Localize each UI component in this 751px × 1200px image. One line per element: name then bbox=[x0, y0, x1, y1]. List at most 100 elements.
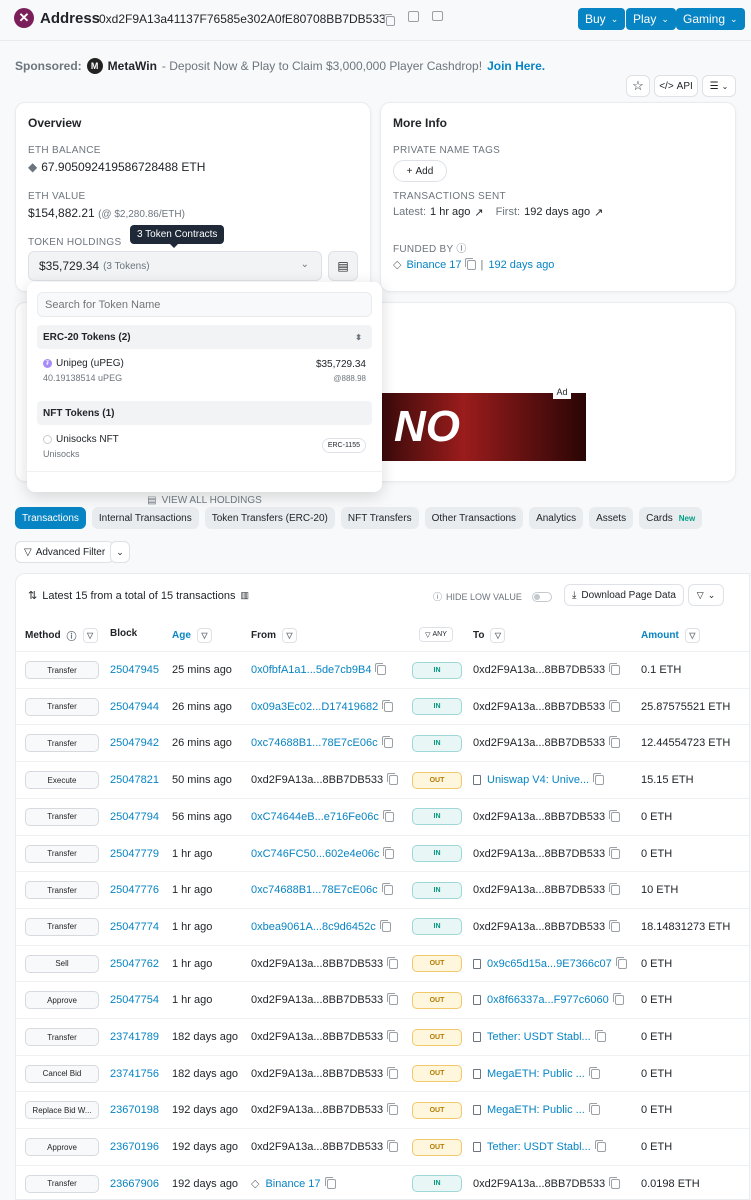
copy-icon[interactable] bbox=[382, 809, 394, 822]
copy-icon[interactable] bbox=[381, 883, 393, 896]
filter-icon[interactable]: ▽ bbox=[82, 628, 98, 643]
method-badge[interactable]: Transfer bbox=[25, 1028, 99, 1046]
filter-icon[interactable]: ▽ bbox=[282, 628, 297, 643]
advanced-filter-toggle[interactable]: ⌄ bbox=[110, 541, 130, 563]
copy-icon[interactable] bbox=[383, 846, 395, 859]
block-link[interactable]: 25047942 bbox=[110, 737, 159, 749]
from-address[interactable]: 0x09a3Ec02...D17419682 bbox=[251, 701, 378, 713]
from-address[interactable]: 0xbea9061A...8c9d6452c bbox=[251, 921, 376, 933]
to-address[interactable]: Tether: USDT Stabl... bbox=[487, 1141, 591, 1153]
tab-internal-transactions[interactable]: Internal Transactions bbox=[91, 507, 199, 529]
copy-icon[interactable] bbox=[379, 919, 391, 932]
to-address[interactable]: MegaETH: Public ... bbox=[487, 1068, 585, 1080]
method-badge[interactable]: Cancel Bid bbox=[25, 1064, 99, 1083]
direction-filter[interactable]: ▽ ANY bbox=[419, 627, 453, 642]
copy-icon[interactable] bbox=[615, 956, 627, 969]
copy-icon[interactable] bbox=[387, 1066, 399, 1079]
copy-icon[interactable] bbox=[609, 699, 621, 712]
copy-icon[interactable] bbox=[609, 809, 621, 822]
block-link[interactable]: 23670196 bbox=[110, 1141, 159, 1153]
method-badge[interactable]: Transfer bbox=[25, 881, 99, 900]
favorite-star-button[interactable]: ☆ bbox=[626, 75, 650, 97]
add-tag-button[interactable]: + Add bbox=[393, 160, 447, 182]
download-page-data-button[interactable]: ⤓ Download Page Data bbox=[564, 584, 684, 606]
copy-icon[interactable] bbox=[387, 1140, 399, 1153]
method-badge[interactable]: Transfer bbox=[25, 917, 99, 936]
block-link[interactable]: 23670198 bbox=[110, 1104, 159, 1116]
tab-assets[interactable]: Assets bbox=[589, 507, 634, 529]
method-badge[interactable]: Execute bbox=[25, 771, 99, 790]
to-address[interactable]: Uniswap V4: Unive... bbox=[487, 774, 589, 786]
filter-icon[interactable]: ▽ bbox=[684, 628, 700, 643]
copy-icon[interactable] bbox=[381, 736, 393, 749]
more-options-button[interactable]: ☰ ⌄ bbox=[702, 75, 736, 97]
copy-icon[interactable] bbox=[594, 1140, 606, 1153]
to-address[interactable]: MegaETH: Public ... bbox=[487, 1104, 585, 1116]
copy-icon[interactable] bbox=[588, 1103, 600, 1116]
from-address[interactable]: 0xC74644eB...e716Fe06c bbox=[251, 811, 379, 823]
copy-icon[interactable] bbox=[612, 993, 624, 1006]
table-filter-button[interactable]: ▽ ⌄ bbox=[688, 584, 724, 606]
join-here-link[interactable]: Join Here. bbox=[487, 59, 545, 73]
token-wallet-button[interactable]: ▤ bbox=[328, 251, 358, 281]
tab-nft-transfers[interactable]: NFT Transfers bbox=[340, 507, 419, 529]
copy-icon[interactable] bbox=[387, 956, 399, 969]
tab-analytics[interactable]: Analytics bbox=[529, 507, 584, 529]
qr-code-icon[interactable] bbox=[408, 11, 419, 22]
method-badge[interactable]: Transfer bbox=[25, 844, 99, 863]
from-address[interactable]: Binance 17 bbox=[265, 1178, 320, 1190]
funded-by-link[interactable]: Binance 17 bbox=[406, 259, 461, 271]
block-link[interactable]: 25047774 bbox=[110, 921, 159, 933]
to-address[interactable]: 0x9c65d15a...9E7366c07 bbox=[487, 958, 612, 970]
gaming-button[interactable]: Gaming ⌄ bbox=[676, 8, 745, 30]
ad-banner[interactable]: NO bbox=[382, 393, 586, 461]
comment-icon[interactable] bbox=[432, 11, 443, 21]
copy-icon[interactable] bbox=[382, 699, 394, 712]
block-link[interactable]: 25047776 bbox=[110, 884, 159, 896]
to-address[interactable]: 0x8f66337a...F977c6060 bbox=[487, 994, 609, 1006]
block-link[interactable]: 23667906 bbox=[110, 1178, 159, 1190]
copy-icon[interactable] bbox=[375, 663, 387, 675]
from-address[interactable]: 0xc74688B1...78E7cE06c bbox=[251, 737, 378, 749]
tab-token-transfers[interactable]: Token Transfers (ERC-20) bbox=[204, 507, 335, 529]
hide-low-value-toggle[interactable] bbox=[531, 591, 552, 602]
block-link[interactable]: 25047754 bbox=[110, 994, 159, 1006]
method-badge[interactable]: Transfer bbox=[25, 1174, 99, 1193]
copy-icon[interactable] bbox=[384, 13, 395, 26]
block-link[interactable]: 25047945 bbox=[110, 664, 159, 676]
method-badge[interactable]: Replace Bid W... bbox=[25, 1101, 99, 1120]
copy-icon[interactable] bbox=[387, 773, 399, 786]
method-badge[interactable]: Transfer bbox=[25, 697, 99, 716]
to-address[interactable]: Tether: USDT Stabl... bbox=[487, 1031, 591, 1043]
from-address[interactable]: 0xc74688B1...78E7cE06c bbox=[251, 884, 378, 896]
copy-icon[interactable] bbox=[387, 1030, 399, 1042]
copy-icon[interactable] bbox=[609, 1176, 621, 1189]
view-all-holdings-button[interactable]: ▤ VIEW ALL HOLDINGS bbox=[27, 495, 382, 506]
advanced-filter-button[interactable]: ▽ Advanced Filter bbox=[15, 541, 115, 563]
block-link[interactable]: 23741756 bbox=[110, 1068, 159, 1080]
tab-other-transactions[interactable]: Other Transactions bbox=[424, 507, 524, 529]
token-item-unisocks[interactable]: Unisocks NFT bbox=[43, 434, 119, 445]
method-badge[interactable]: Transfer bbox=[25, 661, 99, 679]
filter-icon[interactable]: ▽ bbox=[196, 628, 212, 643]
copy-icon[interactable] bbox=[609, 663, 621, 675]
nft-section-header[interactable]: NFT Tokens (1) bbox=[37, 401, 372, 425]
copy-icon[interactable] bbox=[609, 846, 621, 859]
method-badge[interactable]: Transfer bbox=[25, 734, 99, 753]
tab-transactions[interactable]: Transactions bbox=[15, 507, 86, 529]
copy-icon[interactable] bbox=[609, 919, 621, 932]
method-badge[interactable]: Transfer bbox=[25, 807, 99, 826]
copy-icon[interactable] bbox=[387, 993, 399, 1006]
block-link[interactable]: 25047794 bbox=[110, 811, 159, 823]
copy-icon[interactable] bbox=[324, 1176, 336, 1189]
method-badge[interactable]: Approve bbox=[25, 1138, 99, 1157]
copy-icon[interactable] bbox=[588, 1066, 600, 1079]
tab-cards[interactable]: Cards New bbox=[639, 507, 703, 529]
block-link[interactable]: 25047944 bbox=[110, 701, 159, 713]
method-badge[interactable]: Sell bbox=[25, 954, 99, 973]
filter-icon[interactable]: ▽ bbox=[490, 628, 506, 643]
block-link[interactable]: 25047762 bbox=[110, 958, 159, 970]
method-badge[interactable]: Approve bbox=[25, 991, 99, 1010]
buy-button[interactable]: Buy ⌄ bbox=[578, 8, 626, 30]
play-button[interactable]: Play ⌄ bbox=[626, 8, 676, 30]
